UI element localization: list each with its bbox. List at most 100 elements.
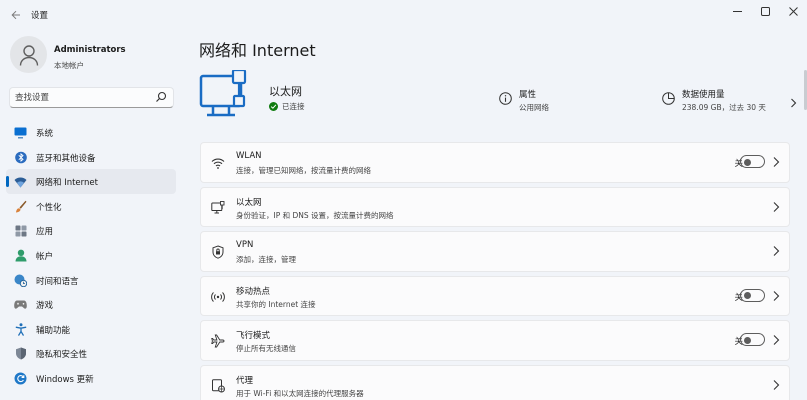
main-content: 网络和 Internet 以太网 已连接 属性 公用网络 数据使用量 238.0… (185, 30, 807, 400)
close-button[interactable] (779, 0, 807, 22)
arrow-left-icon (11, 10, 20, 20)
sidebar-item-label: 系统 (36, 129, 54, 139)
sidebar-item-label: 时间和语言 (36, 276, 79, 287)
back-button[interactable] (8, 6, 24, 24)
user-account-type: 本地帐户 (54, 61, 84, 70)
airplane-mode-toggle[interactable] (740, 333, 765, 347)
data-usage-title: 数据使用量 (682, 90, 725, 100)
hotspot-icon (211, 291, 225, 302)
toggle-knob (744, 336, 751, 344)
chevron-right-icon (773, 380, 780, 390)
connection-status-text: 已连接 (282, 102, 305, 111)
minimize-button[interactable] (723, 0, 751, 22)
sidebar-item-apps[interactable]: 应用 (6, 218, 176, 243)
toggle-knob (744, 158, 751, 166)
ethernet-icon (211, 200, 225, 214)
sidebar-item-bluetooth[interactable]: 蓝牙和其他设备 (6, 145, 176, 170)
properties-value: 公用网络 (519, 103, 549, 112)
person-icon (14, 249, 27, 262)
chevron-right-icon (773, 201, 780, 212)
settings-list: WLAN 连接，管理已知网络，按流量计费的网络 关 以太网 身份验证，IP 和 … (200, 142, 795, 400)
sidebar-item-accessibility[interactable]: 辅助功能 (6, 317, 176, 342)
network-status-hero: 以太网 已连接 属性 公用网络 数据使用量 238.09 GB，过去 30 天 (199, 70, 807, 130)
close-icon (788, 6, 798, 16)
chevron-right-icon (773, 335, 780, 346)
maximize-icon (760, 6, 770, 16)
card-title: 移动热点 (236, 286, 271, 297)
card-description: 连接，管理已知网络，按流量计费的网络 (236, 166, 371, 175)
page-title: 网络和 Internet (199, 41, 316, 60)
data-usage-link[interactable]: 数据使用量 238.09 GB，过去 30 天 (662, 88, 802, 118)
user-name: Administrators (54, 45, 126, 55)
sidebar-item-label: 辅助功能 (36, 325, 71, 336)
globe-clock-icon (14, 274, 27, 287)
sidebar-item-network[interactable]: 网络和 Internet (6, 169, 176, 194)
card-title: 代理 (236, 375, 254, 386)
sidebar: Administrators 本地帐户 系统 蓝牙和其他设备 网络和 Inter… (0, 30, 185, 400)
card-title: 以太网 (236, 197, 262, 208)
sidebar-item-windows-update[interactable]: Windows 更新 (6, 366, 176, 391)
sidebar-item-personalization[interactable]: 个性化 (6, 194, 176, 219)
vpn-shield-icon (212, 245, 224, 259)
settings-card-vpn[interactable]: VPN 添加，连接，管理 (200, 231, 790, 272)
data-usage-icon (662, 92, 675, 105)
chevron-right-icon (773, 157, 780, 167)
globe-icon (212, 379, 225, 393)
chevron-right-icon (773, 246, 780, 257)
settings-card-airplane-mode[interactable]: 飞行模式 停止所有无线通信 关 (200, 320, 790, 361)
sidebar-item-accounts[interactable]: 帐户 (6, 243, 176, 268)
accessibility-icon (14, 323, 27, 336)
chevron-right-icon (791, 98, 797, 108)
avatar (10, 36, 47, 73)
settings-card-ethernet[interactable]: 以太网 身份验证，IP 和 DNS 设置，按流量计费的网络 (200, 186, 790, 228)
maximize-button[interactable] (751, 0, 779, 22)
user-profile[interactable]: Administrators 本地帐户 (10, 36, 180, 76)
sidebar-item-label: 个性化 (36, 202, 62, 213)
card-title: 飞行模式 (236, 331, 271, 342)
settings-card-wlan[interactable]: WLAN 连接，管理已知网络，按流量计费的网络 关 (200, 142, 790, 183)
sidebar-item-label: 网络和 Internet (36, 178, 98, 189)
window-controls (723, 0, 807, 24)
sidebar-item-gaming[interactable]: 游戏 (6, 292, 176, 317)
wifi-icon (211, 158, 225, 169)
sidebar-item-system[interactable]: 系统 (6, 120, 176, 145)
mobile-hotspot-toggle[interactable] (740, 288, 765, 302)
bluetooth-icon (14, 151, 27, 164)
card-title: WLAN (236, 151, 262, 161)
card-description: 身份验证，IP 和 DNS 设置，按流量计费的网络 (236, 210, 394, 220)
sidebar-item-label: 帐户 (36, 251, 54, 262)
sidebar-item-privacy[interactable]: 隐私和安全性 (6, 341, 176, 366)
check-circle-icon (269, 102, 278, 111)
card-description: 停止所有无线通信 (236, 344, 296, 354)
apps-icon (14, 224, 27, 237)
app-title: 设置 (31, 11, 49, 21)
search-icon[interactable] (155, 91, 167, 103)
card-description: 共享你的 Internet 连接 (236, 299, 316, 309)
monitor-icon (14, 126, 27, 139)
title-bar: 设置 (0, 0, 807, 30)
connection-status: 已连接 (269, 101, 305, 112)
search-input[interactable] (10, 88, 150, 107)
settings-card-proxy[interactable]: 代理 用于 Wi-Fi 和以太网连接的代理服务器 (200, 364, 790, 400)
wlan-toggle[interactable] (740, 155, 765, 168)
settings-card-mobile-hotspot[interactable]: 移动热点 共享你的 Internet 连接 关 (200, 275, 790, 317)
nav-list: 系统 蓝牙和其他设备 网络和 Internet 个性化 应用 帐户 时间和语言 … (6, 120, 176, 391)
shield-icon (14, 347, 27, 360)
person-avatar-icon (19, 44, 38, 66)
sidebar-item-label: Windows 更新 (36, 374, 94, 385)
card-title: VPN (236, 240, 254, 251)
gamepad-icon (14, 298, 27, 311)
sidebar-item-label: 蓝牙和其他设备 (36, 153, 96, 164)
sidebar-item-label: 游戏 (36, 301, 54, 312)
sidebar-item-label: 应用 (36, 227, 54, 238)
minimize-icon (732, 10, 742, 12)
chevron-right-icon (773, 290, 780, 301)
card-description: 添加，连接，管理 (236, 255, 296, 265)
search-box[interactable] (9, 87, 174, 108)
properties-title: 属性 (519, 90, 537, 100)
update-icon (14, 372, 27, 385)
ethernet-monitor-icon (199, 70, 247, 117)
sidebar-item-time-language[interactable]: 时间和语言 (6, 268, 176, 293)
wifi-icon (14, 175, 27, 188)
properties-link[interactable]: 属性 公用网络 (499, 88, 639, 118)
